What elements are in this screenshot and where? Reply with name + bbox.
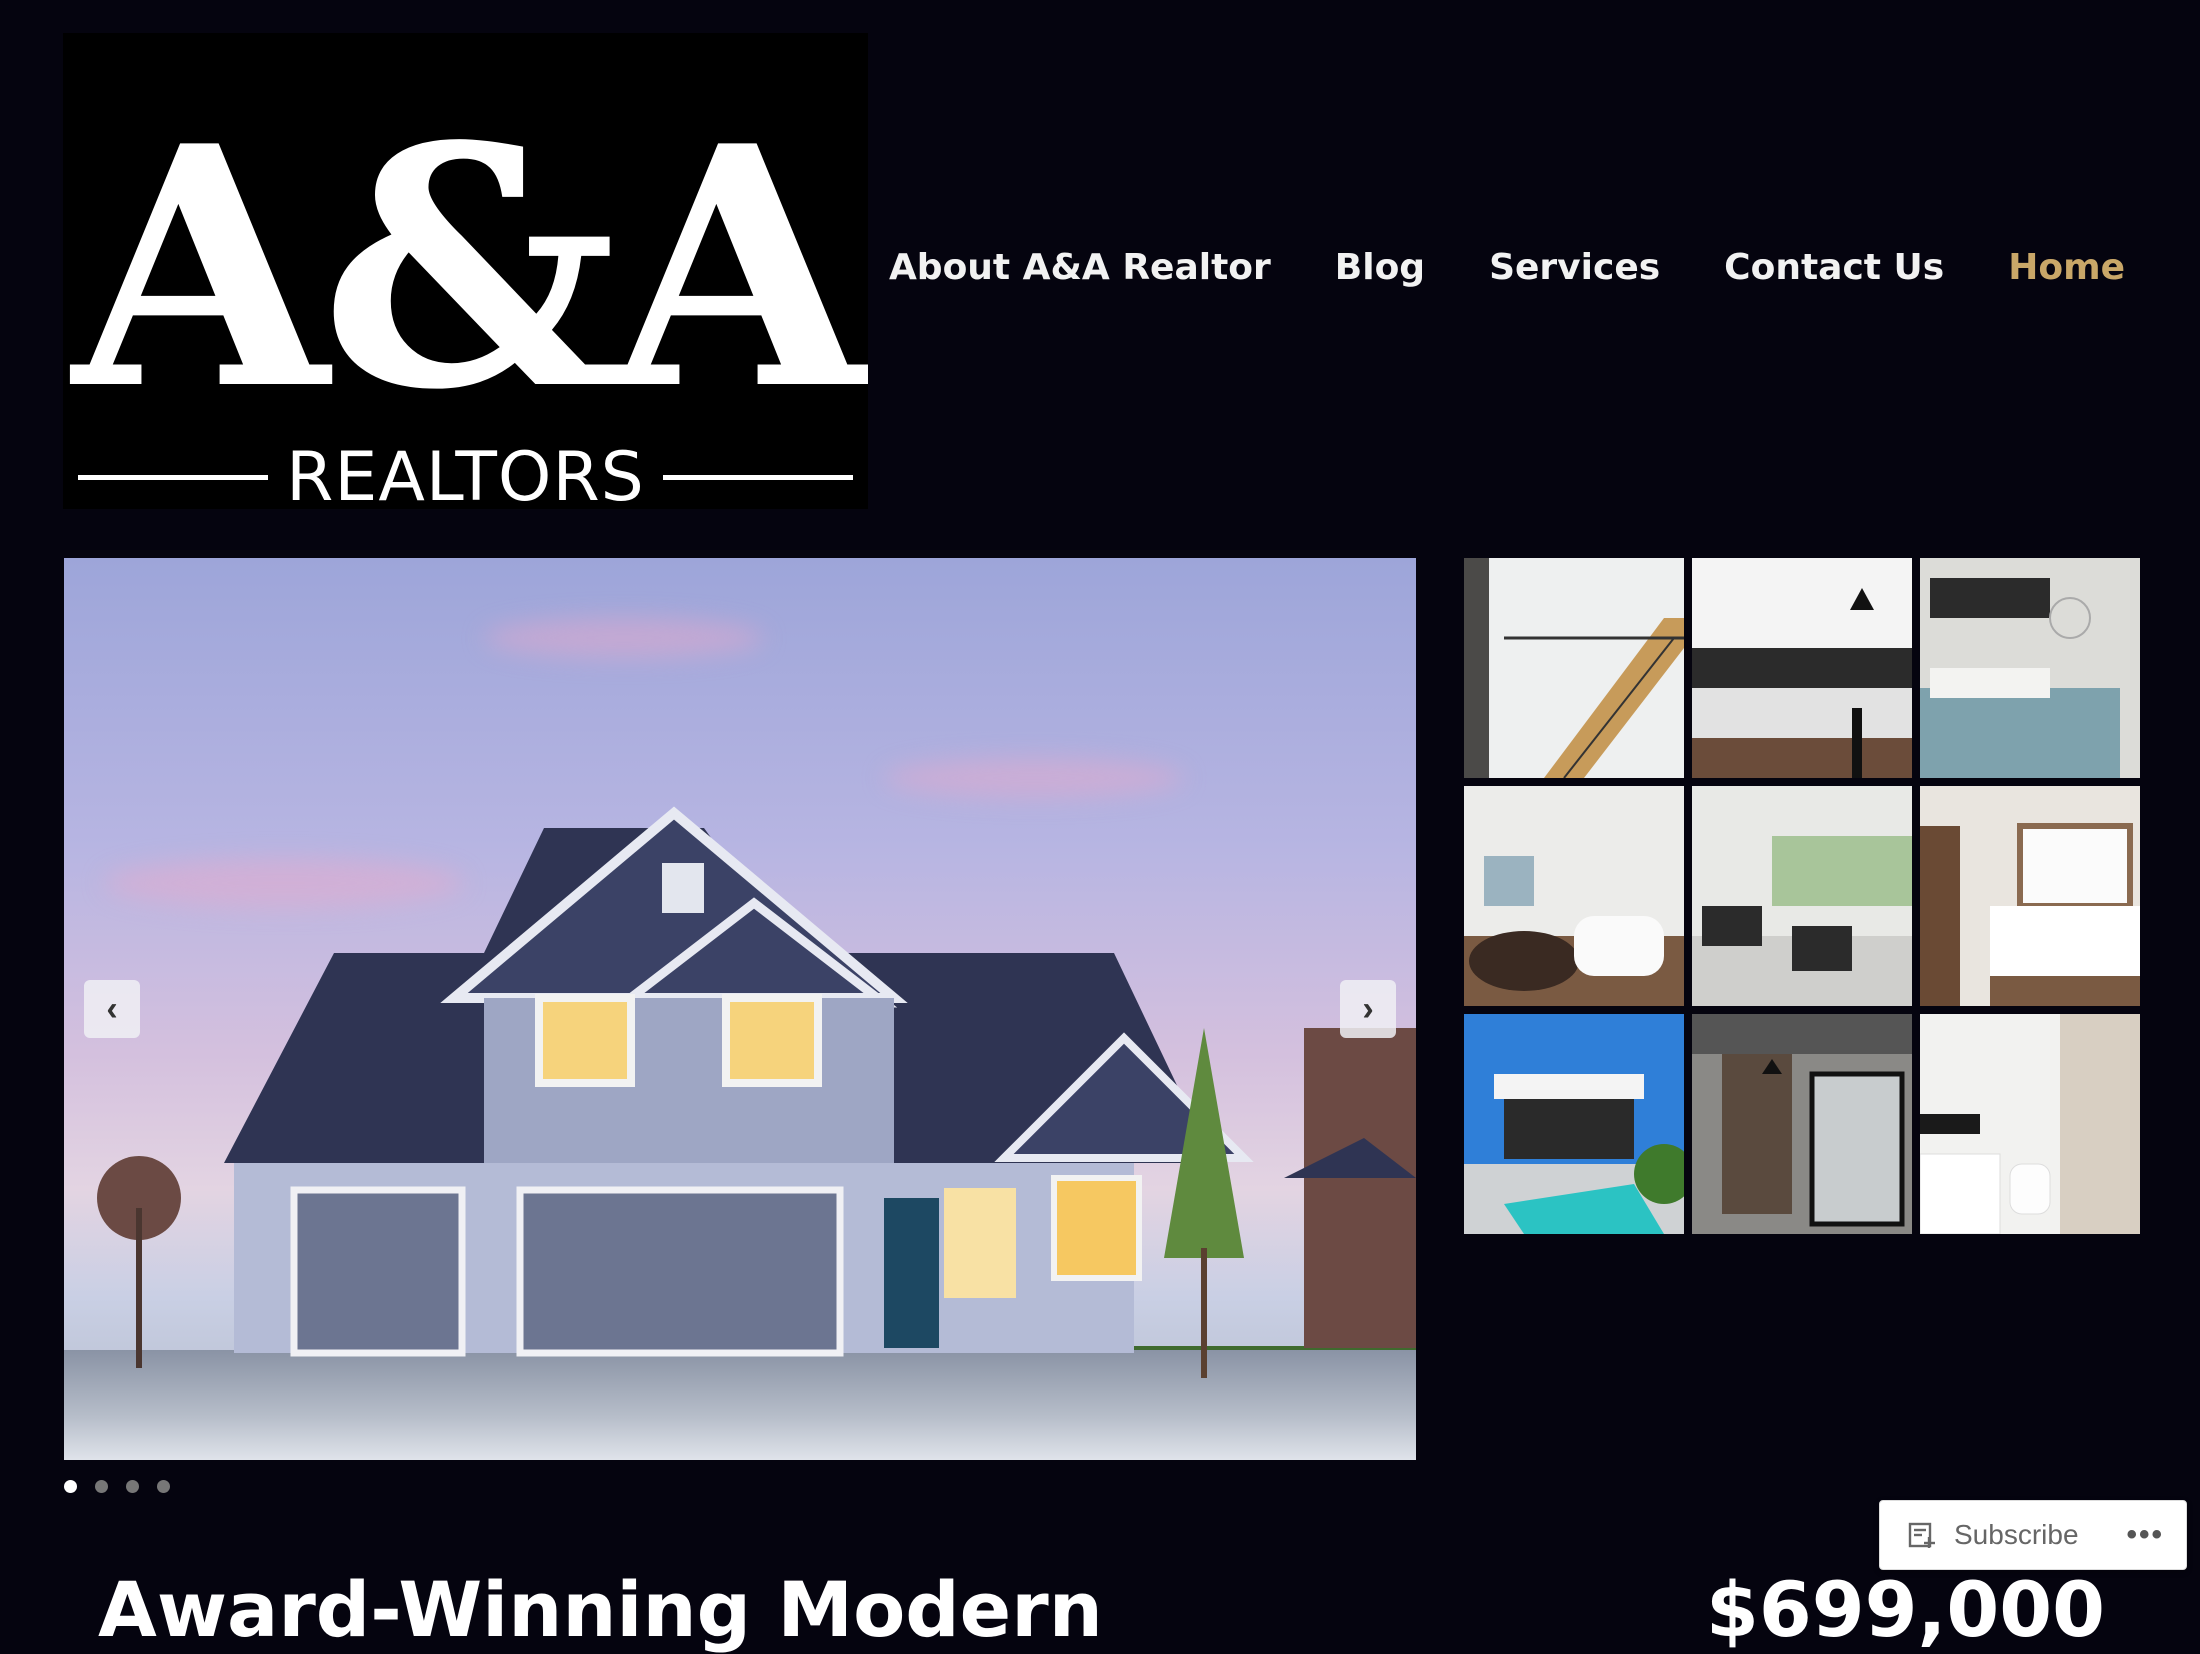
slider-dot-4[interactable] [157,1480,170,1493]
gallery-tile-shower-room[interactable] [1920,1014,2140,1234]
gallery-tile-kitchen[interactable] [1692,558,1912,778]
photo-gallery [1464,558,2140,1234]
gallery-tile-bedroom[interactable] [1920,558,2140,778]
bathroom-photo [1464,786,1684,1006]
slider-prev-button[interactable]: ‹ [84,980,140,1038]
office-photo [1692,1014,1912,1234]
house-illustration [97,806,1416,1378]
subscribe-bar[interactable]: Subscribe ••• [1879,1500,2187,1570]
logo-subtitle: REALTORS [63,438,868,509]
nav-about[interactable]: About A&A Realtor [889,247,1271,288]
main-navigation: About A&A Realtor Blog Services Contact … [889,247,2125,288]
slider-dot-3[interactable] [126,1480,139,1493]
nav-blog[interactable]: Blog [1335,247,1425,288]
gallery-tile-living-room[interactable] [1692,786,1912,1006]
gallery-tile-bathroom[interactable] [1464,786,1684,1006]
chevron-left-icon: ‹ [106,989,118,1028]
logo-mark: A&A [72,74,866,462]
logo-rule-right [662,475,853,480]
nav-contact[interactable]: Contact Us [1724,247,1944,288]
slider-next-button[interactable]: › [1340,980,1396,1038]
logo-subtitle-text: REALTORS [286,438,645,509]
gallery-tile-bedroom-2[interactable] [1920,786,2140,1006]
slider-pagination [64,1480,170,1493]
chevron-right-icon: › [1362,989,1374,1028]
shower-room-photo [1920,1014,2140,1234]
staircase-photo [1464,558,1684,778]
bedroom-photo [1920,558,2140,778]
kitchen-photo [1692,558,1912,778]
subscribe-button[interactable]: Subscribe [1954,1519,2079,1551]
listing-price: $699,000 [1705,1565,2105,1654]
gallery-tile-pool-house[interactable] [1464,1014,1684,1234]
page: A&A REALTORS About A&A Realtor Blog Serv… [0,0,2200,1654]
slider-dot-1[interactable] [64,1480,77,1493]
bedroom-2-photo [1920,786,2140,1006]
site-logo[interactable]: A&A REALTORS [63,33,868,509]
hero-slider[interactable]: ‹ › [64,558,1416,1460]
nav-home[interactable]: Home [2008,247,2125,288]
reader-icon [1908,1522,1935,1548]
pool-house-photo [1464,1014,1684,1234]
nav-services[interactable]: Services [1489,247,1660,288]
living-room-photo [1692,786,1912,1006]
logo-rule-left [78,475,269,480]
listing-title: Award-Winning Modern [98,1565,1103,1654]
more-options-icon[interactable]: ••• [2126,1518,2164,1552]
slider-dot-2[interactable] [95,1480,108,1493]
gallery-tile-office[interactable] [1692,1014,1912,1234]
gallery-tile-staircase[interactable] [1464,558,1684,778]
